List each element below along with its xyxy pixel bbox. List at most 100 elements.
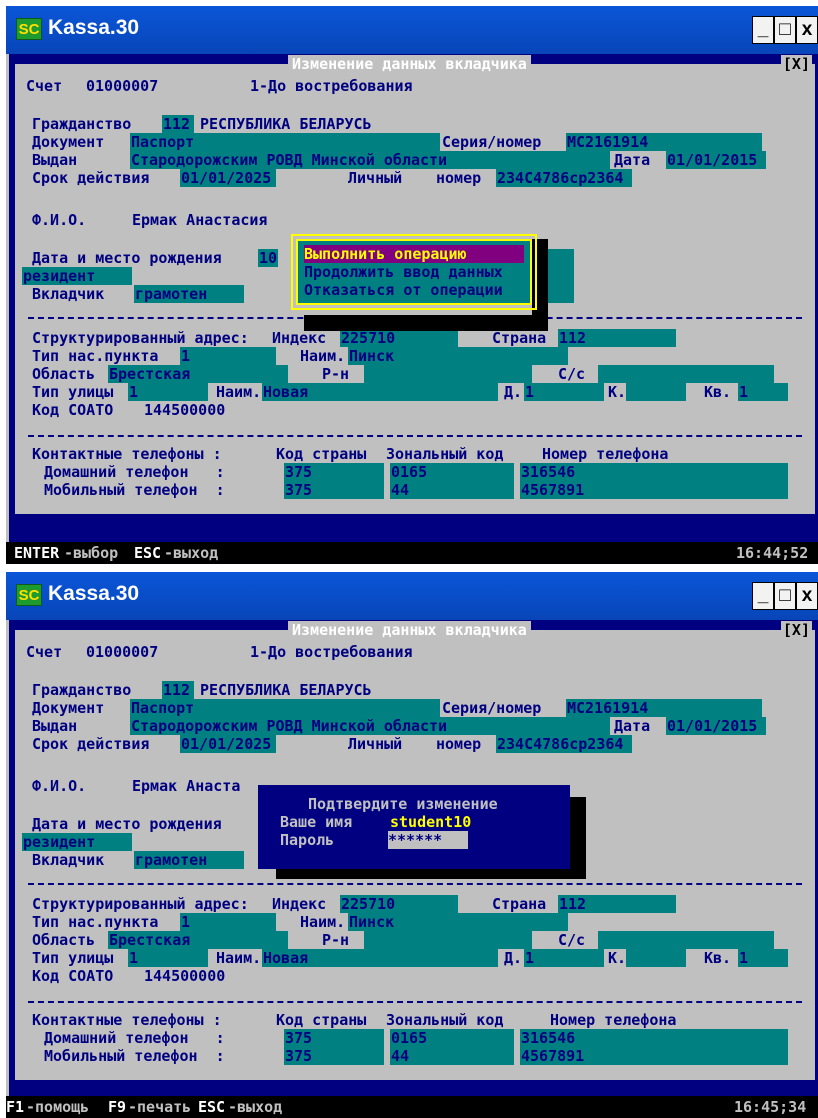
region-field[interactable]: Брестская [108, 931, 288, 949]
house-label: Д. [504, 383, 523, 401]
settlement-type-field[interactable]: 1 [180, 913, 276, 931]
status-clock: 16:45;34 [734, 1098, 807, 1116]
home-country-field[interactable]: 375 [284, 1029, 384, 1047]
district-field[interactable] [364, 365, 532, 383]
app-icon: SC [16, 584, 42, 606]
menu-shadow [532, 239, 548, 331]
soato-label: Код СОАТО [32, 401, 114, 419]
mobile-zone-field[interactable]: 44 [390, 1047, 514, 1065]
settlement-name-field[interactable]: Пинск [348, 347, 568, 365]
close-button[interactable]: x [796, 16, 818, 44]
mobile-country-field[interactable]: 375 [284, 481, 384, 499]
name-input[interactable]: student10 [390, 813, 471, 831]
minimize-button[interactable]: _ [752, 582, 774, 610]
window-bottom: SC Kassa.30 _ □ x Изменение данных вклад… [6, 572, 818, 1118]
account-value: 01000007 [86, 643, 159, 661]
settlement-name-field[interactable]: Пинск [348, 913, 568, 931]
password-input[interactable]: ****** [388, 831, 468, 849]
resident-field[interactable]: резидент [22, 833, 132, 851]
district-field[interactable] [364, 931, 532, 949]
index-field[interactable]: 225710 [340, 329, 458, 347]
country-field[interactable]: 112 [558, 329, 676, 347]
citizenship-code-field[interactable]: 112 [162, 681, 194, 699]
street-type-field[interactable]: 1 [128, 383, 208, 401]
form-close-button[interactable]: [X] [780, 55, 812, 73]
validity-label: Срок действия [32, 169, 150, 187]
settlement-type-field[interactable]: 1 [180, 347, 276, 365]
mobile-number-field[interactable]: 4567891 [520, 481, 788, 499]
home-zone-field[interactable]: 0165 [390, 1029, 514, 1047]
status-hint-f9: -печать [128, 1098, 192, 1116]
settlement-name-label: Наим. [300, 913, 346, 931]
document-field[interactable]: Паспорт [130, 133, 440, 151]
title-bar[interactable]: SC Kassa.30 _ □ x [6, 6, 818, 54]
date-field[interactable]: 01/01/2015 [666, 717, 766, 735]
personal-number-field[interactable]: 234С4786ср2364 [496, 169, 632, 187]
house-field[interactable]: 1 [524, 383, 604, 401]
account-type: 1-До востребования [250, 643, 413, 661]
validity-label: Срок действия [32, 735, 150, 753]
ss-field[interactable] [598, 931, 774, 949]
title-bar[interactable]: SC Kassa.30 _ □ x [6, 572, 818, 620]
mobile-number-field[interactable]: 4567891 [520, 1047, 788, 1065]
document-label: Документ [32, 699, 105, 717]
street-name-label: Наим. [216, 949, 262, 967]
menu-shadow [304, 315, 540, 331]
menu-item-execute[interactable]: Выполнить операцию [304, 245, 524, 263]
close-button[interactable]: x [796, 582, 818, 610]
region-field[interactable]: Брестская [108, 365, 288, 383]
phone-number-header: Номер телефона [542, 445, 669, 463]
minimize-button[interactable]: _ [752, 16, 774, 44]
confirm-dialog-title: Подтвердите изменение [308, 795, 498, 813]
personal-label-2: номер [436, 735, 482, 753]
document-field[interactable]: Паспорт [130, 699, 440, 717]
form-close-button[interactable]: [X] [780, 621, 812, 639]
street-type-label: Тип улицы [32, 383, 114, 401]
maximize-button[interactable]: □ [774, 16, 796, 44]
street-type-field[interactable]: 1 [128, 949, 208, 967]
menu-item-continue[interactable]: Продолжить ввод данных [304, 263, 503, 281]
personal-number-field[interactable]: 234С4786ср2364 [496, 735, 632, 753]
settlement-type-label: Тип нас.пункта [32, 347, 159, 365]
birth-field[interactable]: 10 [258, 249, 278, 267]
depositor-label: Вкладчик [32, 285, 105, 303]
series-field[interactable]: МС2161914 [566, 699, 762, 717]
mobile-country-field[interactable]: 375 [284, 1047, 384, 1065]
status-hint-esc: -выход [228, 1098, 283, 1116]
home-zone-field[interactable]: 0165 [390, 463, 514, 481]
status-hint-enter: -выбор [64, 544, 119, 562]
document-label: Документ [32, 133, 105, 151]
street-name-field[interactable]: Новая [262, 949, 498, 967]
ss-label: С/с [558, 365, 586, 383]
house-field[interactable]: 1 [524, 949, 604, 967]
date-field[interactable]: 01/01/2015 [666, 151, 766, 169]
personal-label-2: номер [436, 169, 482, 187]
building-field[interactable] [626, 383, 686, 401]
home-number-field[interactable]: 316546 [520, 1029, 788, 1047]
maximize-button[interactable]: □ [774, 582, 796, 610]
menu-item-cancel[interactable]: Отказаться от операции [304, 281, 503, 299]
street-name-field[interactable]: Новая [262, 383, 498, 401]
issued-field[interactable]: Стародорожским РОВД Минской области [130, 717, 610, 735]
series-field[interactable]: МС2161914 [566, 133, 762, 151]
depositor-field[interactable]: грамотен [134, 851, 244, 869]
flat-field[interactable]: 1 [738, 383, 788, 401]
resident-field[interactable]: резидент [22, 267, 132, 285]
issued-field[interactable]: Стародорожским РОВД Минской области [130, 151, 610, 169]
series-label: Серия/номер [442, 699, 542, 717]
country-field[interactable]: 112 [558, 895, 676, 913]
confirm-dialog: Подтвердите изменение Ваше имя student10… [258, 785, 570, 869]
home-country-field[interactable]: 375 [284, 463, 384, 481]
validity-field[interactable]: 01/01/2025 [180, 735, 276, 753]
citizenship-code-field[interactable]: 112 [162, 115, 194, 133]
account-value: 01000007 [86, 77, 159, 95]
depositor-field[interactable]: грамотен [134, 285, 244, 303]
flat-field[interactable]: 1 [738, 949, 788, 967]
ss-field[interactable] [598, 365, 774, 383]
mobile-zone-field[interactable]: 44 [390, 481, 514, 499]
citizenship-name: РЕСПУБЛИКА БЕЛАРУСЬ [200, 681, 372, 699]
building-field[interactable] [626, 949, 686, 967]
home-number-field[interactable]: 316546 [520, 463, 788, 481]
index-field[interactable]: 225710 [340, 895, 458, 913]
validity-field[interactable]: 01/01/2025 [180, 169, 276, 187]
